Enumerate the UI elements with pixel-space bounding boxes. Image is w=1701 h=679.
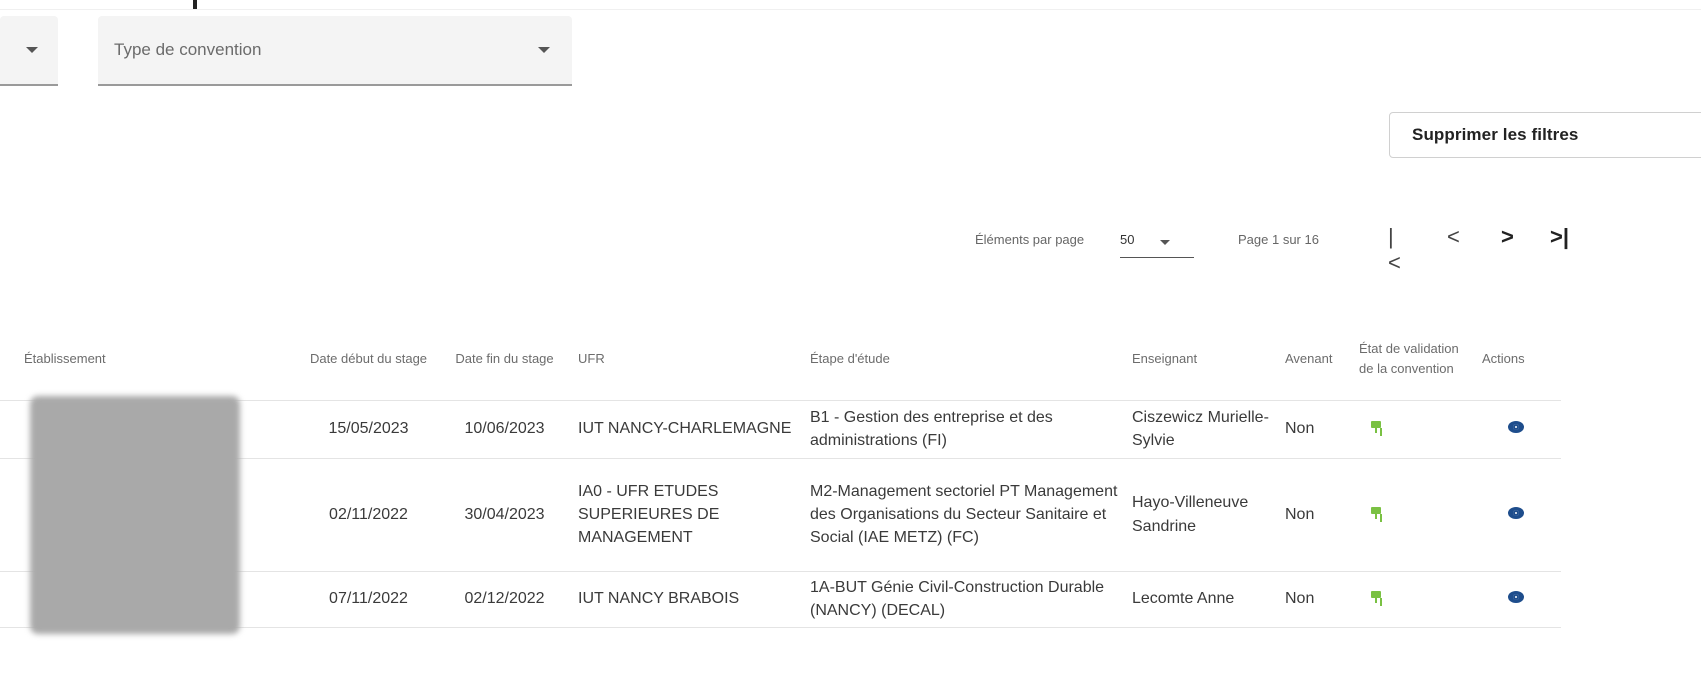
- header-enseignant[interactable]: Enseignant: [1126, 318, 1279, 401]
- chevron-down-icon: [26, 47, 38, 53]
- validated-flag-icon: [1371, 506, 1385, 519]
- chevron-down-icon: [1160, 240, 1170, 245]
- etape-cell: 1A-BUT Génie Civil-Construction Durable …: [804, 571, 1126, 628]
- etape-cell: B1 - Gestion des entreprise et des admin…: [804, 400, 1126, 459]
- clear-filters-button[interactable]: Supprimer les filtres: [1389, 112, 1701, 158]
- header-avenant[interactable]: Avenant: [1279, 318, 1353, 401]
- avenant-cell: Non: [1279, 400, 1353, 459]
- etat-cell: [1353, 458, 1476, 572]
- enseignant-cell: Ciszewicz Murielle-Sylvie: [1126, 400, 1279, 459]
- filter-select-previous[interactable]: [0, 16, 58, 86]
- ufr-cell: IA0 - UFR ETUDES SUPERIEURES DE MANAGEME…: [572, 458, 804, 572]
- date-debut-cell: 02/11/2022: [300, 458, 437, 572]
- top-bar-mark: [193, 0, 197, 9]
- actions-cell: [1476, 571, 1561, 628]
- eye-icon[interactable]: [1508, 421, 1524, 434]
- last-page-button[interactable]: >|: [1550, 224, 1569, 250]
- type-convention-select[interactable]: Type de convention: [98, 16, 572, 86]
- actions-cell: [1476, 400, 1561, 459]
- avenant-cell: Non: [1279, 458, 1353, 572]
- actions-cell: [1476, 458, 1561, 572]
- header-actions: Actions: [1476, 318, 1561, 401]
- page-info: Page 1 sur 16: [1238, 232, 1319, 247]
- header-etape[interactable]: Étape d'étude: [804, 318, 1126, 401]
- redacted-etablissement-block: [30, 396, 240, 634]
- items-per-page-label: Éléments par page: [975, 232, 1085, 247]
- date-fin-cell: 30/04/2023: [437, 458, 572, 572]
- etape-cell: M2-Management sectoriel PT Management de…: [804, 458, 1126, 572]
- eye-icon[interactable]: [1508, 506, 1524, 519]
- header-etablissement[interactable]: Établissement: [0, 318, 300, 401]
- etat-cell: [1353, 571, 1476, 628]
- enseignant-cell: Hayo-Villeneuve Sandrine: [1126, 458, 1279, 572]
- date-debut-cell: 07/11/2022: [300, 571, 437, 628]
- etat-cell: [1353, 400, 1476, 459]
- items-per-page-select[interactable]: 50: [1120, 228, 1194, 258]
- date-fin-cell: 02/12/2022: [437, 571, 572, 628]
- ufr-cell: IUT NANCY-CHARLEMAGNE: [572, 400, 804, 459]
- type-convention-label: Type de convention: [114, 40, 262, 59]
- previous-page-button[interactable]: <: [1447, 224, 1460, 250]
- header-ufr[interactable]: UFR: [572, 318, 804, 401]
- header-etat-validation[interactable]: État de validation de la convention: [1353, 318, 1476, 401]
- top-bar: [0, 0, 1701, 10]
- validated-flag-icon: [1371, 421, 1385, 434]
- next-page-button[interactable]: >: [1501, 224, 1514, 250]
- validated-flag-icon: [1371, 591, 1385, 604]
- table-header-row: Établissement Date début du stage Date f…: [0, 318, 1561, 401]
- ufr-cell: IUT NANCY BRABOIS: [572, 571, 804, 628]
- first-page-button[interactable]: |<: [1388, 224, 1401, 276]
- enseignant-cell: Lecomte Anne: [1126, 571, 1279, 628]
- items-per-page-value: 50: [1120, 232, 1135, 247]
- date-debut-cell: 15/05/2023: [300, 400, 437, 459]
- header-date-debut[interactable]: Date début du stage: [300, 318, 437, 401]
- avenant-cell: Non: [1279, 571, 1353, 628]
- date-fin-cell: 10/06/2023: [437, 400, 572, 459]
- header-date-fin[interactable]: Date fin du stage: [437, 318, 572, 401]
- eye-icon[interactable]: [1508, 591, 1524, 604]
- chevron-down-icon: [538, 47, 550, 53]
